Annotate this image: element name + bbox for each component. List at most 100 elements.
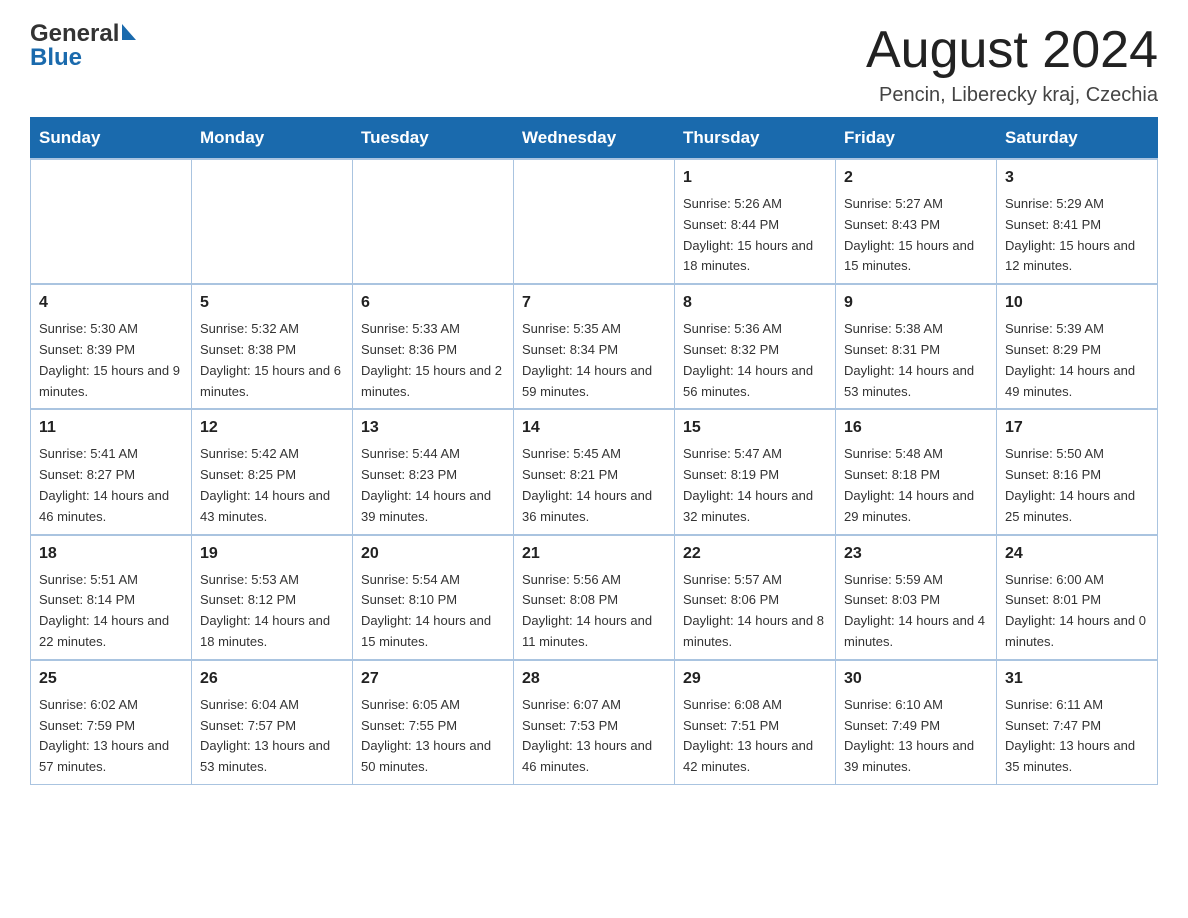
day-number: 27: [361, 667, 505, 691]
calendar-cell: 21 Sunrise: 5:56 AM Sunset: 8:08 PM Dayli…: [514, 535, 675, 660]
day-number: 4: [39, 291, 183, 315]
day-info: Sunrise: 5:48 AM Sunset: 8:18 PM Dayligh…: [844, 444, 988, 527]
calendar-cell: 28Sunrise: 6:07 AM Sunset: 7:53 PM Dayli…: [514, 660, 675, 785]
calendar-cell: 29Sunrise: 6:08 AM Sunset: 7:51 PM Dayli…: [675, 660, 836, 785]
calendar-header-sunday: Sunday: [31, 118, 192, 160]
calendar-cell: [31, 159, 192, 284]
day-number: 5: [200, 291, 344, 315]
calendar-week-row: 4 Sunrise: 5:30 AM Sunset: 8:39 PM Daylig…: [31, 284, 1158, 409]
page-header: General Blue August 2024 Pencin, Liberec…: [30, 20, 1158, 107]
calendar-header-tuesday: Tuesday: [353, 118, 514, 160]
day-info: Sunrise: 6:04 AM Sunset: 7:57 PM Dayligh…: [200, 695, 344, 778]
calendar-cell: 1 Sunrise: 5:26 AM Sunset: 8:44 PM Daylig…: [675, 159, 836, 284]
calendar-cell: 6 Sunrise: 5:33 AM Sunset: 8:36 PM Daylig…: [353, 284, 514, 409]
day-info: Sunrise: 5:38 AM Sunset: 8:31 PM Dayligh…: [844, 319, 988, 402]
day-number: 24: [1005, 542, 1149, 566]
day-info: Sunrise: 5:42 AM Sunset: 8:25 PM Dayligh…: [200, 444, 344, 527]
calendar-cell: 16 Sunrise: 5:48 AM Sunset: 8:18 PM Dayli…: [836, 409, 997, 534]
day-info: Sunrise: 5:44 AM Sunset: 8:23 PM Dayligh…: [361, 444, 505, 527]
day-number: 28: [522, 667, 666, 691]
calendar-cell: 14Sunrise: 5:45 AM Sunset: 8:21 PM Dayli…: [514, 409, 675, 534]
day-number: 2: [844, 166, 988, 190]
day-number: 29: [683, 667, 827, 691]
logo-arrow-icon: [122, 24, 136, 40]
day-info: Sunrise: 5:41 AM Sunset: 8:27 PM Dayligh…: [39, 444, 183, 527]
day-number: 6: [361, 291, 505, 315]
calendar-cell: 9 Sunrise: 5:38 AM Sunset: 8:31 PM Daylig…: [836, 284, 997, 409]
day-info: Sunrise: 5:30 AM Sunset: 8:39 PM Dayligh…: [39, 319, 183, 402]
calendar-header-row: SundayMondayTuesdayWednesdayThursdayFrid…: [31, 118, 1158, 160]
day-info: Sunrise: 5:26 AM Sunset: 8:44 PM Dayligh…: [683, 194, 827, 277]
day-number: 9: [844, 291, 988, 315]
day-number: 11: [39, 416, 183, 440]
calendar-cell: 27 Sunrise: 6:05 AM Sunset: 7:55 PM Dayli…: [353, 660, 514, 785]
day-number: 26: [200, 667, 344, 691]
calendar-cell: 23 Sunrise: 5:59 AM Sunset: 8:03 PM Dayli…: [836, 535, 997, 660]
day-info: Sunrise: 5:27 AM Sunset: 8:43 PM Dayligh…: [844, 194, 988, 277]
day-number: 23: [844, 542, 988, 566]
day-number: 16: [844, 416, 988, 440]
day-number: 13: [361, 416, 505, 440]
day-info: Sunrise: 5:56 AM Sunset: 8:08 PM Dayligh…: [522, 570, 666, 653]
calendar-week-row: 18Sunrise: 5:51 AM Sunset: 8:14 PM Dayli…: [31, 535, 1158, 660]
calendar-week-row: 1 Sunrise: 5:26 AM Sunset: 8:44 PM Daylig…: [31, 159, 1158, 284]
calendar-table: SundayMondayTuesdayWednesdayThursdayFrid…: [30, 117, 1158, 785]
calendar-cell: [353, 159, 514, 284]
day-info: Sunrise: 6:05 AM Sunset: 7:55 PM Dayligh…: [361, 695, 505, 778]
calendar-cell: 18Sunrise: 5:51 AM Sunset: 8:14 PM Dayli…: [31, 535, 192, 660]
calendar-cell: 25Sunrise: 6:02 AM Sunset: 7:59 PM Dayli…: [31, 660, 192, 785]
calendar-header-monday: Monday: [192, 118, 353, 160]
calendar-week-row: 25Sunrise: 6:02 AM Sunset: 7:59 PM Dayli…: [31, 660, 1158, 785]
calendar-cell: 12 Sunrise: 5:42 AM Sunset: 8:25 PM Dayli…: [192, 409, 353, 534]
day-number: 31: [1005, 667, 1149, 691]
day-number: 10: [1005, 291, 1149, 315]
calendar-cell: 3Sunrise: 5:29 AM Sunset: 8:41 PM Daylig…: [997, 159, 1158, 284]
day-number: 7: [522, 291, 666, 315]
day-number: 30: [844, 667, 988, 691]
day-number: 8: [683, 291, 827, 315]
day-info: Sunrise: 5:59 AM Sunset: 8:03 PM Dayligh…: [844, 570, 988, 653]
day-number: 1: [683, 166, 827, 190]
calendar-cell: 30 Sunrise: 6:10 AM Sunset: 7:49 PM Dayli…: [836, 660, 997, 785]
day-info: Sunrise: 5:33 AM Sunset: 8:36 PM Dayligh…: [361, 319, 505, 402]
calendar-cell: 24 Sunrise: 6:00 AM Sunset: 8:01 PM Dayli…: [997, 535, 1158, 660]
day-number: 15: [683, 416, 827, 440]
calendar-cell: 15 Sunrise: 5:47 AM Sunset: 8:19 PM Dayli…: [675, 409, 836, 534]
calendar-cell: [192, 159, 353, 284]
day-number: 25: [39, 667, 183, 691]
logo-blue-text: Blue: [30, 44, 82, 72]
day-number: 3: [1005, 166, 1149, 190]
calendar-cell: 7Sunrise: 5:35 AM Sunset: 8:34 PM Daylig…: [514, 284, 675, 409]
calendar-header-wednesday: Wednesday: [514, 118, 675, 160]
day-info: Sunrise: 5:36 AM Sunset: 8:32 PM Dayligh…: [683, 319, 827, 402]
calendar-header-saturday: Saturday: [997, 118, 1158, 160]
day-number: 12: [200, 416, 344, 440]
calendar-cell: 17 Sunrise: 5:50 AM Sunset: 8:16 PM Dayli…: [997, 409, 1158, 534]
day-info: Sunrise: 5:50 AM Sunset: 8:16 PM Dayligh…: [1005, 444, 1149, 527]
day-info: Sunrise: 5:57 AM Sunset: 8:06 PM Dayligh…: [683, 570, 827, 653]
day-info: Sunrise: 6:00 AM Sunset: 8:01 PM Dayligh…: [1005, 570, 1149, 653]
calendar-cell: 4 Sunrise: 5:30 AM Sunset: 8:39 PM Daylig…: [31, 284, 192, 409]
calendar-week-row: 11 Sunrise: 5:41 AM Sunset: 8:27 PM Dayli…: [31, 409, 1158, 534]
calendar-cell: 31 Sunrise: 6:11 AM Sunset: 7:47 PM Dayli…: [997, 660, 1158, 785]
day-info: Sunrise: 5:47 AM Sunset: 8:19 PM Dayligh…: [683, 444, 827, 527]
calendar-cell: 22 Sunrise: 5:57 AM Sunset: 8:06 PM Dayli…: [675, 535, 836, 660]
calendar-cell: 10Sunrise: 5:39 AM Sunset: 8:29 PM Dayli…: [997, 284, 1158, 409]
calendar-cell: 26 Sunrise: 6:04 AM Sunset: 7:57 PM Dayli…: [192, 660, 353, 785]
month-title: August 2024: [866, 20, 1158, 80]
day-number: 19: [200, 542, 344, 566]
day-number: 20: [361, 542, 505, 566]
day-info: Sunrise: 6:11 AM Sunset: 7:47 PM Dayligh…: [1005, 695, 1149, 778]
calendar-header-thursday: Thursday: [675, 118, 836, 160]
calendar-cell: 5Sunrise: 5:32 AM Sunset: 8:38 PM Daylig…: [192, 284, 353, 409]
day-number: 22: [683, 542, 827, 566]
day-info: Sunrise: 5:54 AM Sunset: 8:10 PM Dayligh…: [361, 570, 505, 653]
location-subtitle: Pencin, Liberecky kraj, Czechia: [866, 84, 1158, 107]
day-info: Sunrise: 6:10 AM Sunset: 7:49 PM Dayligh…: [844, 695, 988, 778]
day-number: 17: [1005, 416, 1149, 440]
day-number: 21: [522, 542, 666, 566]
calendar-cell: 19Sunrise: 5:53 AM Sunset: 8:12 PM Dayli…: [192, 535, 353, 660]
calendar-cell: [514, 159, 675, 284]
calendar-cell: 20 Sunrise: 5:54 AM Sunset: 8:10 PM Dayli…: [353, 535, 514, 660]
calendar-header-friday: Friday: [836, 118, 997, 160]
